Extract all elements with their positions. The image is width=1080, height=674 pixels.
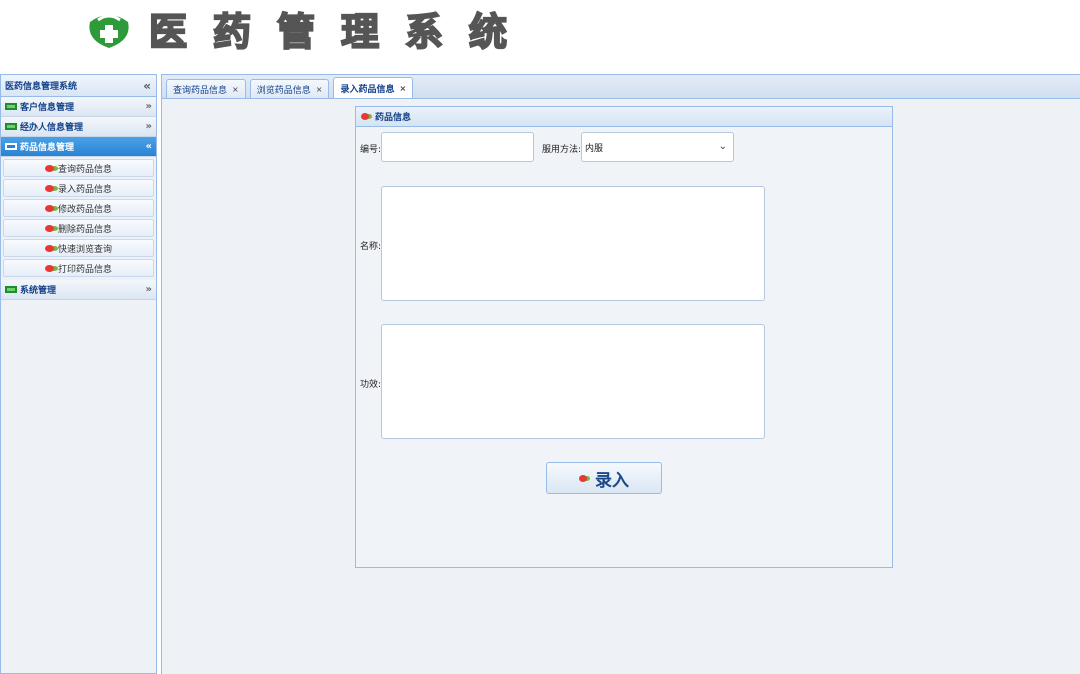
sidebar-item-print[interactable]: 打印药品信息 <box>3 259 154 277</box>
chevron-down-icon: » <box>145 121 152 132</box>
pill-icon <box>44 164 54 172</box>
sidebar: 医药信息管理系统 « 客户信息管理 » 经办人信息管理 » 药品信息管理 « 查… <box>0 74 157 674</box>
close-icon[interactable]: × <box>232 85 239 94</box>
sidebar-item-quick-browse[interactable]: 快速浏览查询 <box>3 239 154 257</box>
submit-label: 录入 <box>595 470 629 491</box>
sidebar-item-edit[interactable]: 修改药品信息 <box>3 199 154 217</box>
sidebar-header: 医药信息管理系统 « <box>1 75 156 97</box>
pill-icon <box>44 204 54 212</box>
group-icon <box>5 123 17 130</box>
sidebar-group-label: 经办人信息管理 <box>20 123 84 133</box>
brand-char: 系 <box>404 9 444 55</box>
sidebar-title: 医药信息管理系统 <box>5 82 78 92</box>
pill-icon <box>44 184 54 192</box>
sidebar-submenu: 查询药品信息 录入药品信息 修改药品信息 删除药品信息 快速浏览查询 打印药品信… <box>1 157 156 280</box>
sidebar-group-label: 系统管理 <box>20 286 57 296</box>
tab-bar: 查询药品信息 × 浏览药品信息 × 录入药品信息 × <box>162 75 1080 99</box>
sidebar-item-label: 删除药品信息 <box>57 224 112 235</box>
sidebar-group-label: 药品信息管理 <box>20 143 75 153</box>
brand-char: 管 <box>276 9 316 55</box>
brand-char: 药 <box>212 9 252 55</box>
chevron-down-icon: » <box>145 101 152 112</box>
sidebar-group-label: 客户信息管理 <box>20 103 75 113</box>
collapse-icon[interactable]: « <box>143 79 151 93</box>
sidebar-group-medicine[interactable]: 药品信息管理 « <box>1 137 156 157</box>
usage-select-value: 内服 <box>585 143 604 154</box>
tab-label: 查询药品信息 <box>173 85 228 96</box>
chevron-up-icon: « <box>145 141 152 152</box>
pill-icon <box>44 244 54 252</box>
effect-textarea[interactable] <box>381 324 765 439</box>
app-header: 医 药 管 理 系 统 <box>0 0 1080 72</box>
green-cross-shield-icon <box>89 14 129 48</box>
effect-label: 功效: <box>360 380 382 390</box>
close-icon[interactable]: × <box>316 85 323 94</box>
sidebar-item-label: 打印药品信息 <box>57 264 112 275</box>
group-icon <box>5 143 17 150</box>
close-icon[interactable]: × <box>399 84 406 93</box>
sidebar-item-delete[interactable]: 删除药品信息 <box>3 219 154 237</box>
group-icon <box>5 286 17 293</box>
name-label: 名称: <box>360 242 382 252</box>
brand-title: 医 药 管 理 系 统 <box>146 9 510 55</box>
name-textarea[interactable] <box>381 186 765 301</box>
tab-label: 录入药品信息 <box>340 84 395 95</box>
code-label: 编号: <box>360 145 382 155</box>
panel-title-text: 药品信息 <box>375 113 412 123</box>
usage-label: 服用方法: <box>542 145 582 155</box>
sidebar-item-label: 快速浏览查询 <box>57 244 112 255</box>
tab-query-medicine[interactable]: 查询药品信息 × <box>166 79 246 98</box>
brand-char: 统 <box>468 9 508 55</box>
sidebar-group-system[interactable]: 系统管理 » <box>1 280 156 300</box>
sidebar-item-label: 查询药品信息 <box>57 164 112 175</box>
tab-label: 浏览药品信息 <box>256 85 311 96</box>
sidebar-group-customer[interactable]: 客户信息管理 » <box>1 97 156 117</box>
pill-icon <box>44 224 54 232</box>
sidebar-item-label: 录入药品信息 <box>57 184 112 195</box>
main-area: 查询药品信息 × 浏览药品信息 × 录入药品信息 × 药品信息 编号: 服用方法… <box>161 74 1080 674</box>
sidebar-group-agent[interactable]: 经办人信息管理 » <box>1 117 156 137</box>
chevron-down-icon: ⌄ <box>718 141 727 152</box>
submit-button[interactable]: 录入 <box>546 462 662 494</box>
tab-entry-medicine[interactable]: 录入药品信息 × <box>333 77 414 98</box>
medicine-form-panel: 药品信息 编号: 服用方法: 内服 ⌄ 名称: 功效: 录入 <box>355 106 893 568</box>
sidebar-item-entry[interactable]: 录入药品信息 <box>3 179 154 197</box>
sidebar-item-label: 修改药品信息 <box>57 204 112 215</box>
panel-title: 药品信息 <box>356 107 892 127</box>
pill-icon <box>579 474 587 482</box>
sidebar-item-query[interactable]: 查询药品信息 <box>3 159 154 177</box>
pill-icon <box>361 113 369 120</box>
usage-select[interactable]: 内服 ⌄ <box>581 132 734 162</box>
brand-char: 医 <box>148 9 188 55</box>
brand-char: 理 <box>340 9 380 55</box>
code-input[interactable] <box>381 132 534 162</box>
chevron-down-icon: » <box>145 284 152 295</box>
tab-browse-medicine[interactable]: 浏览药品信息 × <box>249 79 330 98</box>
group-icon <box>5 103 17 110</box>
pill-icon <box>44 264 54 272</box>
